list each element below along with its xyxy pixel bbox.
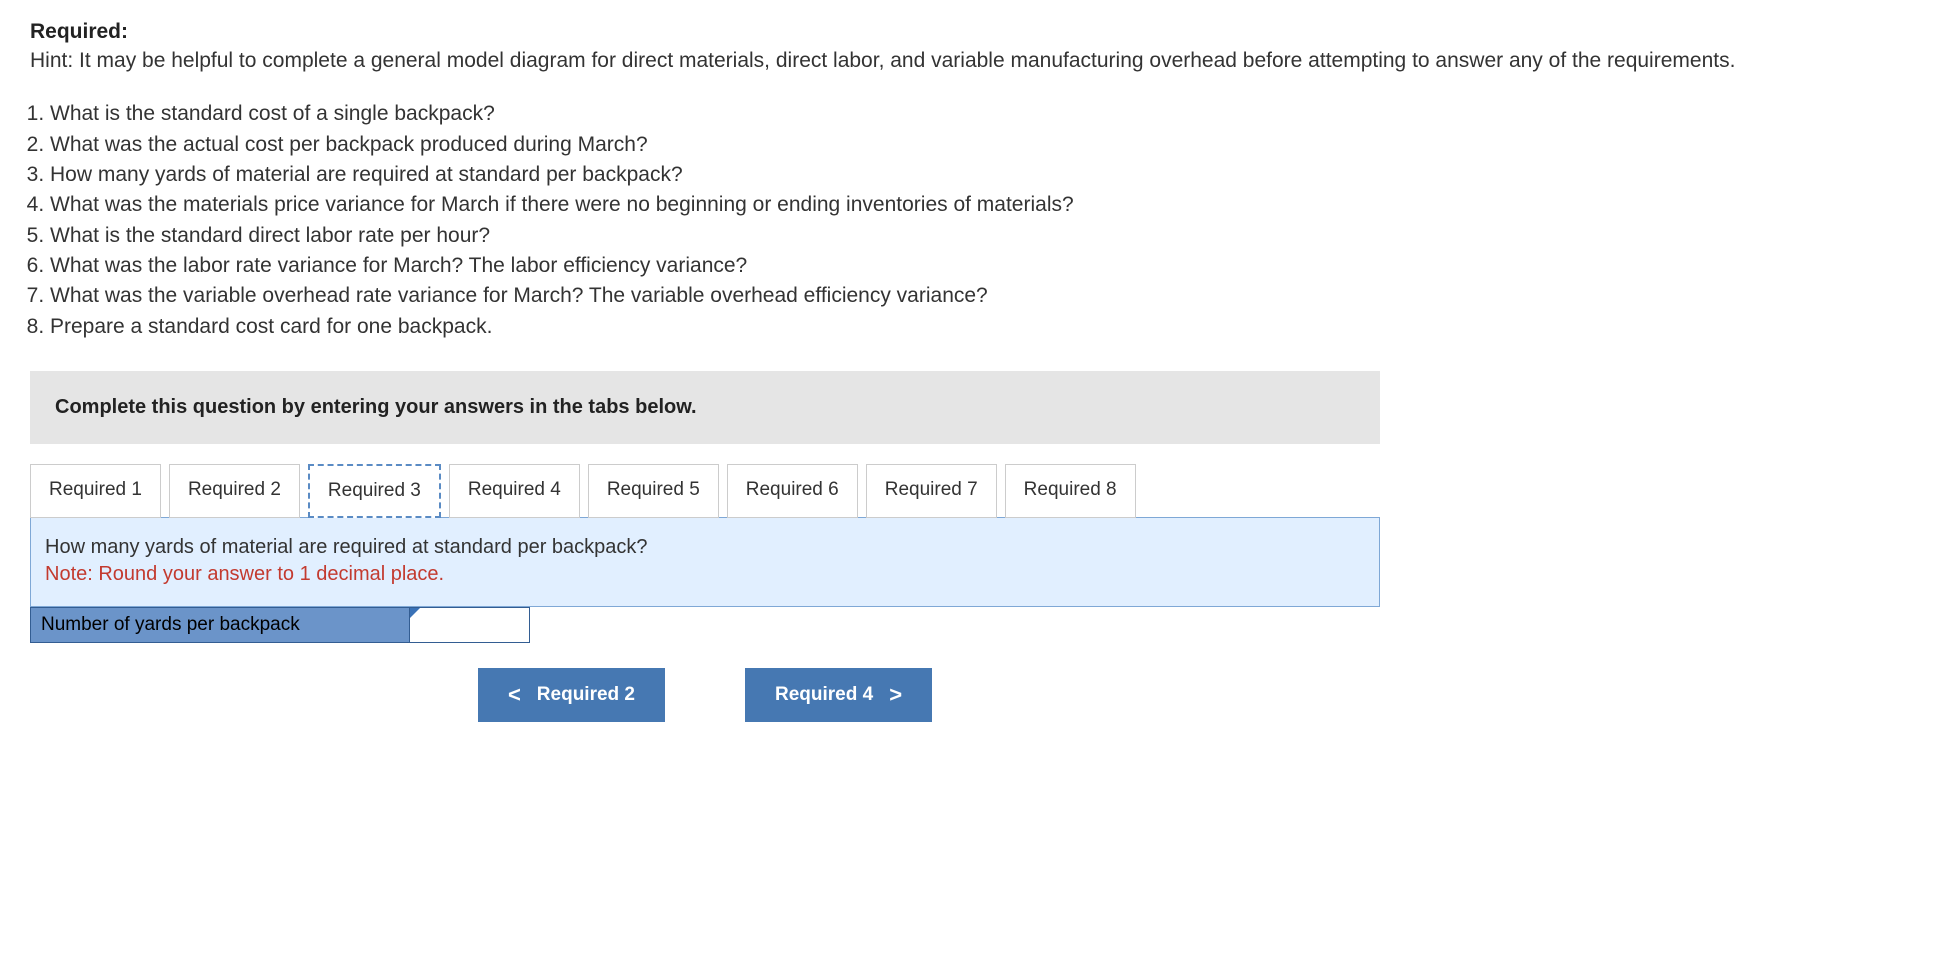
question-item: What was the variable overhead rate vari… <box>50 282 1928 310</box>
nav-row: < Required 2 Required 4 > <box>30 668 1380 722</box>
panel-note: Note: Round your answer to 1 decimal pla… <box>45 563 1365 586</box>
tab-required-4[interactable]: Required 4 <box>449 464 580 518</box>
prev-button[interactable]: < Required 2 <box>478 668 665 722</box>
answer-input-cell[interactable] <box>410 607 530 643</box>
tab-required-5[interactable]: Required 5 <box>588 464 719 518</box>
answer-row: Number of yards per backpack <box>30 607 1380 643</box>
answer-label: Number of yards per backpack <box>30 607 410 643</box>
tab-required-1[interactable]: Required 1 <box>30 464 161 518</box>
hint-body: It may be helpful to complete a general … <box>79 49 1735 72</box>
hint-prefix: Hint: <box>30 49 79 72</box>
tabs-row: Required 1 Required 2 Required 3 Require… <box>30 464 1380 518</box>
question-item: Prepare a standard cost card for one bac… <box>50 313 1928 341</box>
question-item: How many yards of material are required … <box>50 161 1928 189</box>
next-button[interactable]: Required 4 > <box>745 668 932 722</box>
question-item: What was the actual cost per backpack pr… <box>50 131 1928 159</box>
tab-required-7[interactable]: Required 7 <box>866 464 997 518</box>
question-item: What was the materials price variance fo… <box>50 191 1928 219</box>
instruction-bar: Complete this question by entering your … <box>30 371 1380 444</box>
tab-required-6[interactable]: Required 6 <box>727 464 858 518</box>
panel-question: How many yards of material are required … <box>45 536 1365 559</box>
question-header: Required: Hint: It may be helpful to com… <box>30 20 1928 75</box>
chevron-right-icon: > <box>889 682 902 708</box>
editable-corner-icon <box>410 608 420 618</box>
answer-input[interactable] <box>410 608 529 642</box>
next-button-label: Required 4 <box>775 684 873 706</box>
tab-required-3[interactable]: Required 3 <box>308 464 441 518</box>
question-item: What is the standard cost of a single ba… <box>50 100 1928 128</box>
question-item: What is the standard direct labor rate p… <box>50 222 1928 250</box>
questions-list: What is the standard cost of a single ba… <box>50 100 1928 341</box>
prev-button-label: Required 2 <box>537 684 635 706</box>
tab-required-8[interactable]: Required 8 <box>1005 464 1136 518</box>
question-item: What was the labor rate variance for Mar… <box>50 252 1928 280</box>
tab-content-panel: How many yards of material are required … <box>30 517 1380 607</box>
chevron-left-icon: < <box>508 682 521 708</box>
tab-required-2[interactable]: Required 2 <box>169 464 300 518</box>
hint-text: Hint: It may be helpful to complete a ge… <box>30 46 1928 75</box>
required-label: Required: <box>30 20 1928 44</box>
